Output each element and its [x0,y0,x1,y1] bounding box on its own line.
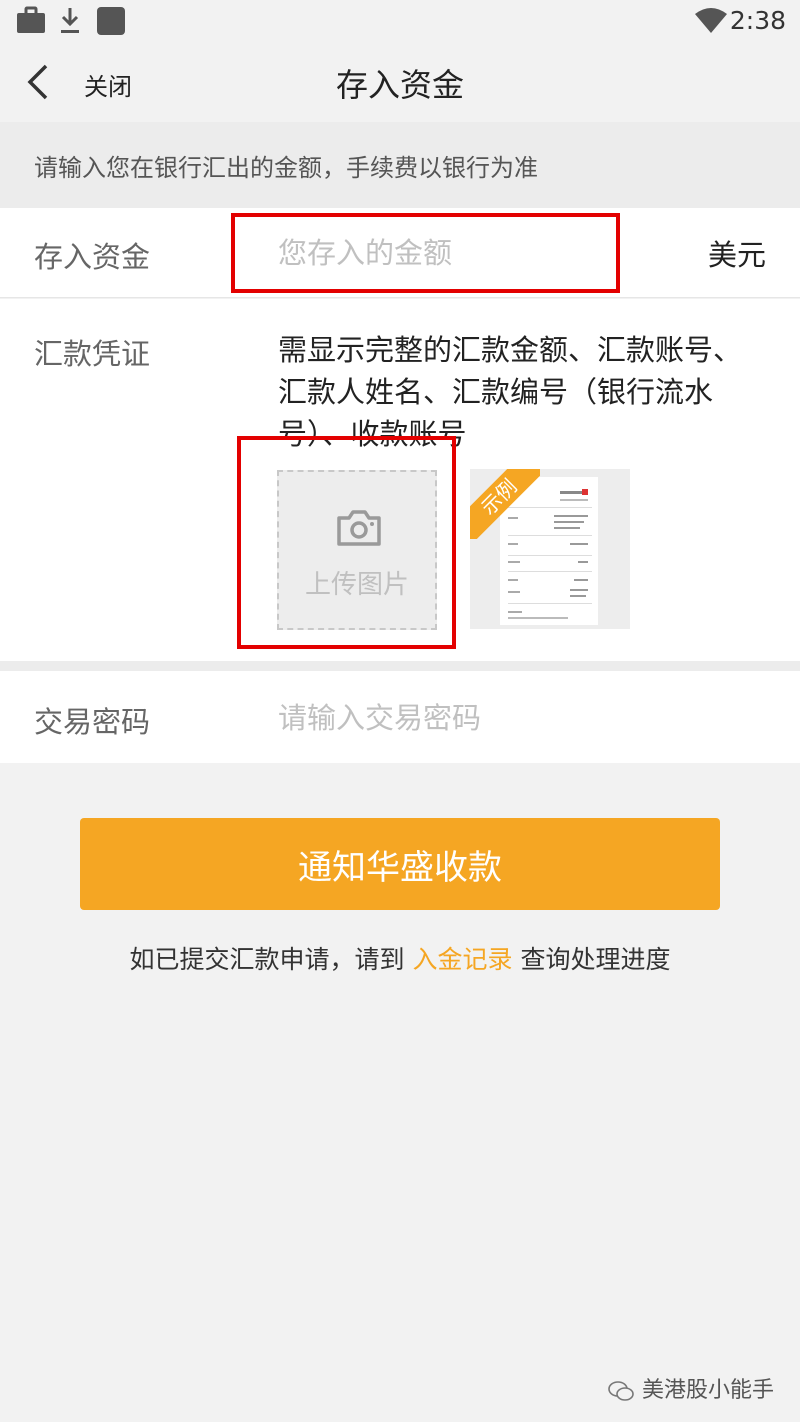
nav-bar: 关闭 存入资金 [0,42,800,122]
voucher-description: 需显示完整的汇款金额、汇款账号、汇款人姓名、汇款编号（银行流水号）、收款账号 [278,333,743,451]
hint-bar: 请输入您在银行汇出的金额，手续费以银行为准 [0,122,800,208]
voucher-row: 汇款凭证 需显示完整的汇款金额、汇款账号、汇款人姓名、汇款编号（银行流水号）、收… [0,299,800,661]
amount-input[interactable] [278,230,608,276]
example-ribbon-label: 示例 [470,469,540,539]
example-image[interactable]: 示例 [470,469,630,629]
download-icon [61,8,79,33]
amount-row: 存入资金 美元 [0,208,800,298]
wechat-icon [608,1381,634,1401]
upload-label: 上传图片 [304,570,409,600]
password-input[interactable] [278,695,758,741]
camera-icon [337,510,381,546]
section-separator [0,661,800,671]
briefcase-icon [17,6,45,33]
page-title: 存入资金 [335,66,464,104]
hint-text: 请输入您在银行汇出的金额，手续费以银行为准 [34,154,538,182]
footnote-after: 查询处理进度 [512,945,671,974]
status-bar: 2:38 [0,0,800,42]
footnote-before: 如已提交汇款申请，请到 [129,945,413,974]
upload-image-button[interactable]: 上传图片 [277,470,437,630]
wifi-icon [695,8,727,33]
voucher-label: 汇款凭证 [34,337,151,371]
deposit-records-link[interactable]: 入金记录 [412,945,512,974]
password-label: 交易密码 [34,705,151,739]
notify-payment-button[interactable]: 通知华盛收款 [80,818,720,910]
currency-label: 美元 [707,238,766,272]
app-square-icon [97,7,125,35]
amount-label: 存入资金 [34,240,151,274]
footnote: 如已提交汇款申请，请到 入金记录 查询处理进度 [0,940,800,976]
watermark-text: 美港股小能手 [641,1378,774,1403]
status-time: 2:38 [729,6,786,35]
password-row: 交易密码 [0,671,800,763]
watermark: 美港股小能手 [608,1372,774,1404]
example-ribbon: 示例 [470,469,540,539]
